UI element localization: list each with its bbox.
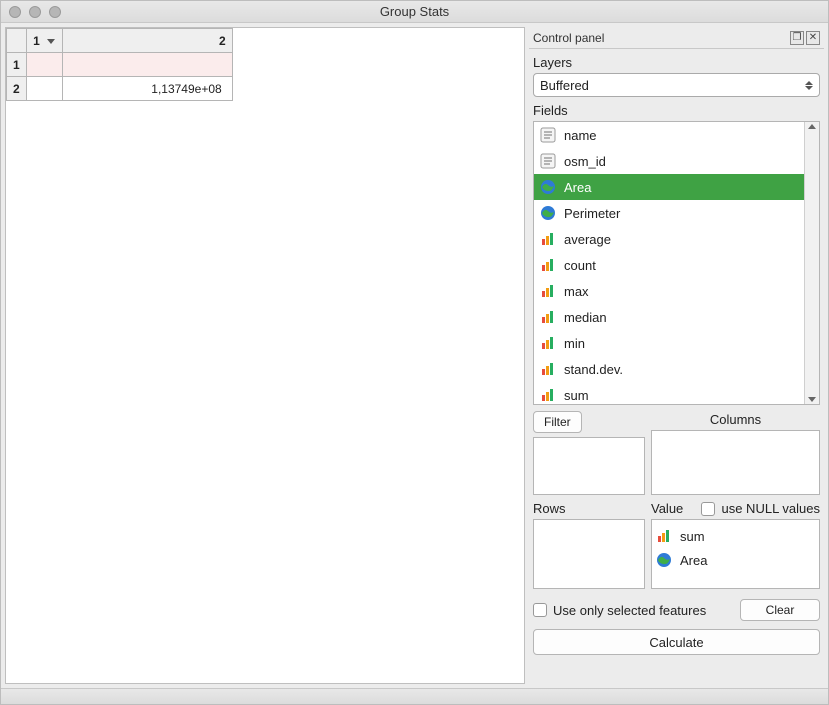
results-grid[interactable]: 1 2 1 2 1,137 xyxy=(5,27,525,684)
group-stats-window: Group Stats 1 2 xyxy=(0,0,829,705)
fields-list-item[interactable]: stand.dev. xyxy=(534,356,804,382)
value-item[interactable]: sum xyxy=(656,524,815,548)
text-icon xyxy=(540,153,556,169)
fields-list-item[interactable]: average xyxy=(534,226,804,252)
rows-label: Rows xyxy=(533,501,645,519)
text-icon xyxy=(540,127,556,143)
only-selected-checkbox[interactable] xyxy=(533,603,547,617)
fields-list-item[interactable]: max xyxy=(534,278,804,304)
value-label: Value xyxy=(651,501,683,516)
layers-combo[interactable]: Buffered xyxy=(533,73,820,97)
sort-indicator-icon xyxy=(47,39,55,44)
zoom-icon[interactable] xyxy=(49,6,61,18)
bars-icon xyxy=(540,387,556,403)
use-null-label: use NULL values xyxy=(721,501,820,516)
fields-list[interactable]: name osm_id Area Perimeter average count max me… xyxy=(533,121,820,405)
rows-drop-zone[interactable] xyxy=(533,519,645,589)
fields-list-item[interactable]: min xyxy=(534,330,804,356)
bars-icon xyxy=(540,283,556,299)
panel-detach-icon[interactable]: ❐ xyxy=(790,31,804,45)
grid-col-header-2[interactable]: 2 xyxy=(62,29,232,53)
grid-cell[interactable] xyxy=(26,53,62,77)
panel-close-icon[interactable]: ✕ xyxy=(806,31,820,45)
globe-icon xyxy=(540,179,556,195)
value-item-label: Area xyxy=(680,553,707,568)
grid-cell[interactable]: 1,13749e+08 xyxy=(62,77,232,101)
clear-button[interactable]: Clear xyxy=(740,599,820,621)
grid-cell[interactable] xyxy=(26,77,62,101)
filter-drop-zone[interactable] xyxy=(533,437,645,495)
scroll-down-icon[interactable] xyxy=(808,397,816,402)
window-footer xyxy=(1,688,828,704)
fields-list-item[interactable]: sum xyxy=(534,382,804,404)
value-item-label: sum xyxy=(680,529,705,544)
globe-icon xyxy=(656,552,672,568)
grid-row[interactable]: 2 1,13749e+08 xyxy=(7,77,233,101)
fields-list-item[interactable]: Perimeter xyxy=(534,200,804,226)
grid-col-header-1[interactable]: 1 xyxy=(26,29,62,53)
grid-corner xyxy=(7,29,27,53)
fields-list-item-label: min xyxy=(564,336,585,351)
fields-list-item-label: stand.dev. xyxy=(564,362,623,377)
bars-icon xyxy=(540,257,556,273)
grid-cell[interactable] xyxy=(62,53,232,77)
globe-icon xyxy=(540,205,556,221)
fields-list-item-label: average xyxy=(564,232,611,247)
bars-icon xyxy=(540,231,556,247)
fields-list-item-label: median xyxy=(564,310,607,325)
minimize-icon[interactable] xyxy=(29,6,41,18)
fields-list-item-label: osm_id xyxy=(564,154,606,169)
grid-row-header[interactable]: 2 xyxy=(7,77,27,101)
fields-list-item[interactable]: Area xyxy=(534,174,804,200)
grid-row-header[interactable]: 1 xyxy=(7,53,27,77)
bars-icon xyxy=(540,335,556,351)
fields-list-item[interactable]: name xyxy=(534,122,804,148)
bars-icon xyxy=(540,309,556,325)
close-icon[interactable] xyxy=(9,6,21,18)
fields-list-item-label: sum xyxy=(564,388,589,403)
fields-list-item-label: Perimeter xyxy=(564,206,620,221)
only-selected-label: Use only selected features xyxy=(553,603,706,618)
fields-list-item-label: name xyxy=(564,128,597,143)
window-titlebar[interactable]: Group Stats xyxy=(1,1,828,23)
fields-list-item[interactable]: count xyxy=(534,252,804,278)
fields-list-item-label: max xyxy=(564,284,589,299)
fields-list-item-label: count xyxy=(564,258,596,273)
grid-row[interactable]: 1 xyxy=(7,53,233,77)
columns-label: Columns xyxy=(651,411,820,430)
scroll-up-icon[interactable] xyxy=(808,124,816,129)
layers-combo-value: Buffered xyxy=(540,78,589,93)
value-drop-zone[interactable]: sum Area xyxy=(651,519,820,589)
use-null-checkbox[interactable] xyxy=(701,502,715,516)
fields-label: Fields xyxy=(529,97,824,121)
filter-button[interactable]: Filter xyxy=(533,411,582,433)
window-title: Group Stats xyxy=(1,4,828,19)
fields-list-item[interactable]: median xyxy=(534,304,804,330)
bars-icon xyxy=(540,361,556,377)
fields-list-item[interactable]: osm_id xyxy=(534,148,804,174)
fields-scrollbar[interactable] xyxy=(804,122,819,404)
fields-list-item-label: Area xyxy=(564,180,591,195)
columns-drop-zone[interactable] xyxy=(651,430,820,495)
combo-arrows-icon xyxy=(805,81,813,90)
control-panel-title: Control panel ❐ ✕ xyxy=(529,27,824,49)
bars-icon xyxy=(656,528,672,544)
layers-label: Layers xyxy=(529,49,824,73)
calculate-button[interactable]: Calculate xyxy=(533,629,820,655)
value-item[interactable]: Area xyxy=(656,548,815,572)
